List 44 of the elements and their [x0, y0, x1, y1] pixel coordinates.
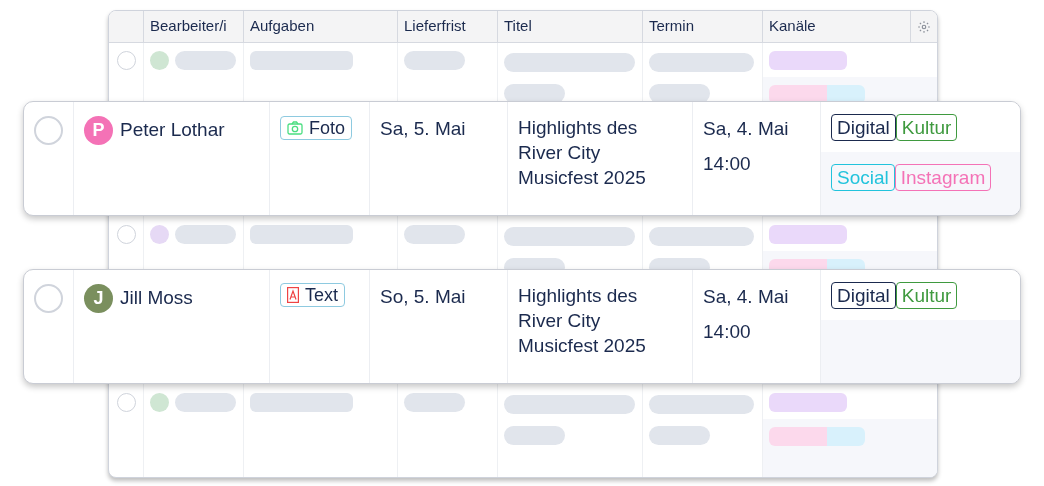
avatar: J: [84, 284, 113, 313]
column-header[interactable]: Bearbeiter/i: [150, 15, 227, 38]
column-header[interactable]: Kanäle: [769, 15, 816, 38]
task-badge: Foto: [280, 116, 353, 140]
text-placeholder: [404, 393, 465, 412]
assignee-name: Jill Moss: [120, 286, 193, 310]
text-placeholder: [175, 225, 236, 244]
channel-tag: Digital: [831, 114, 896, 141]
text-placeholder: [404, 51, 465, 70]
column-header[interactable]: Titel: [504, 15, 532, 38]
deadline-text: So, 5. Mai: [380, 286, 466, 307]
column-header[interactable]: Aufgaben: [250, 15, 315, 38]
checkbox[interactable]: [116, 225, 136, 244]
checkbox[interactable]: [34, 284, 63, 313]
text-placeholder: [649, 426, 710, 445]
task-card[interactable]: P Peter Lothar Foto Sa, 5. Mai Highlights des River City Musicfest 2025 Sa, 4. Mai 14:00 Digital Kultur Social Instagram: [23, 101, 1021, 216]
checkbox[interactable]: [34, 116, 63, 145]
settings-icon[interactable]: [917, 19, 931, 34]
date-text: Sa, 4. Mai: [703, 117, 790, 141]
channel-tag: Kultur: [895, 114, 958, 141]
title-text: Highlights des River City Musicfest 2025: [518, 116, 647, 190]
text-placeholder: [175, 51, 236, 70]
document-icon: [287, 287, 299, 303]
column-header[interactable]: Termin: [649, 15, 694, 38]
channel-tag: Social: [831, 164, 895, 191]
text-placeholder: [175, 393, 236, 412]
date-text: Sa, 4. Mai: [703, 285, 790, 309]
channel-tag: Digital: [831, 282, 896, 309]
time-text: 14:00: [703, 319, 752, 344]
channel-tag: Kultur: [895, 282, 958, 309]
title-text: Highlights des River City Musicfest 2025: [518, 284, 647, 358]
text-placeholder: [504, 426, 565, 445]
time-text: 14:00: [703, 151, 752, 176]
channel-tag: Instagram: [894, 164, 992, 191]
checkbox[interactable]: [116, 393, 136, 412]
text-placeholder: [404, 225, 465, 244]
column-header[interactable]: Lieferfrist: [404, 15, 466, 38]
assignee-name: Peter Lothar: [120, 118, 225, 142]
task-badge: Text: [280, 283, 345, 307]
camera-icon: [287, 121, 303, 135]
deadline-text: Sa, 5. Mai: [380, 118, 466, 139]
task-card[interactable]: J Jill Moss Text So, 5. Mai Highlights des River City Musicfest 2025 Sa, 4. Mai 14:00 Digital Kultur: [23, 269, 1021, 384]
avatar: P: [84, 116, 113, 145]
checkbox[interactable]: [116, 51, 136, 70]
